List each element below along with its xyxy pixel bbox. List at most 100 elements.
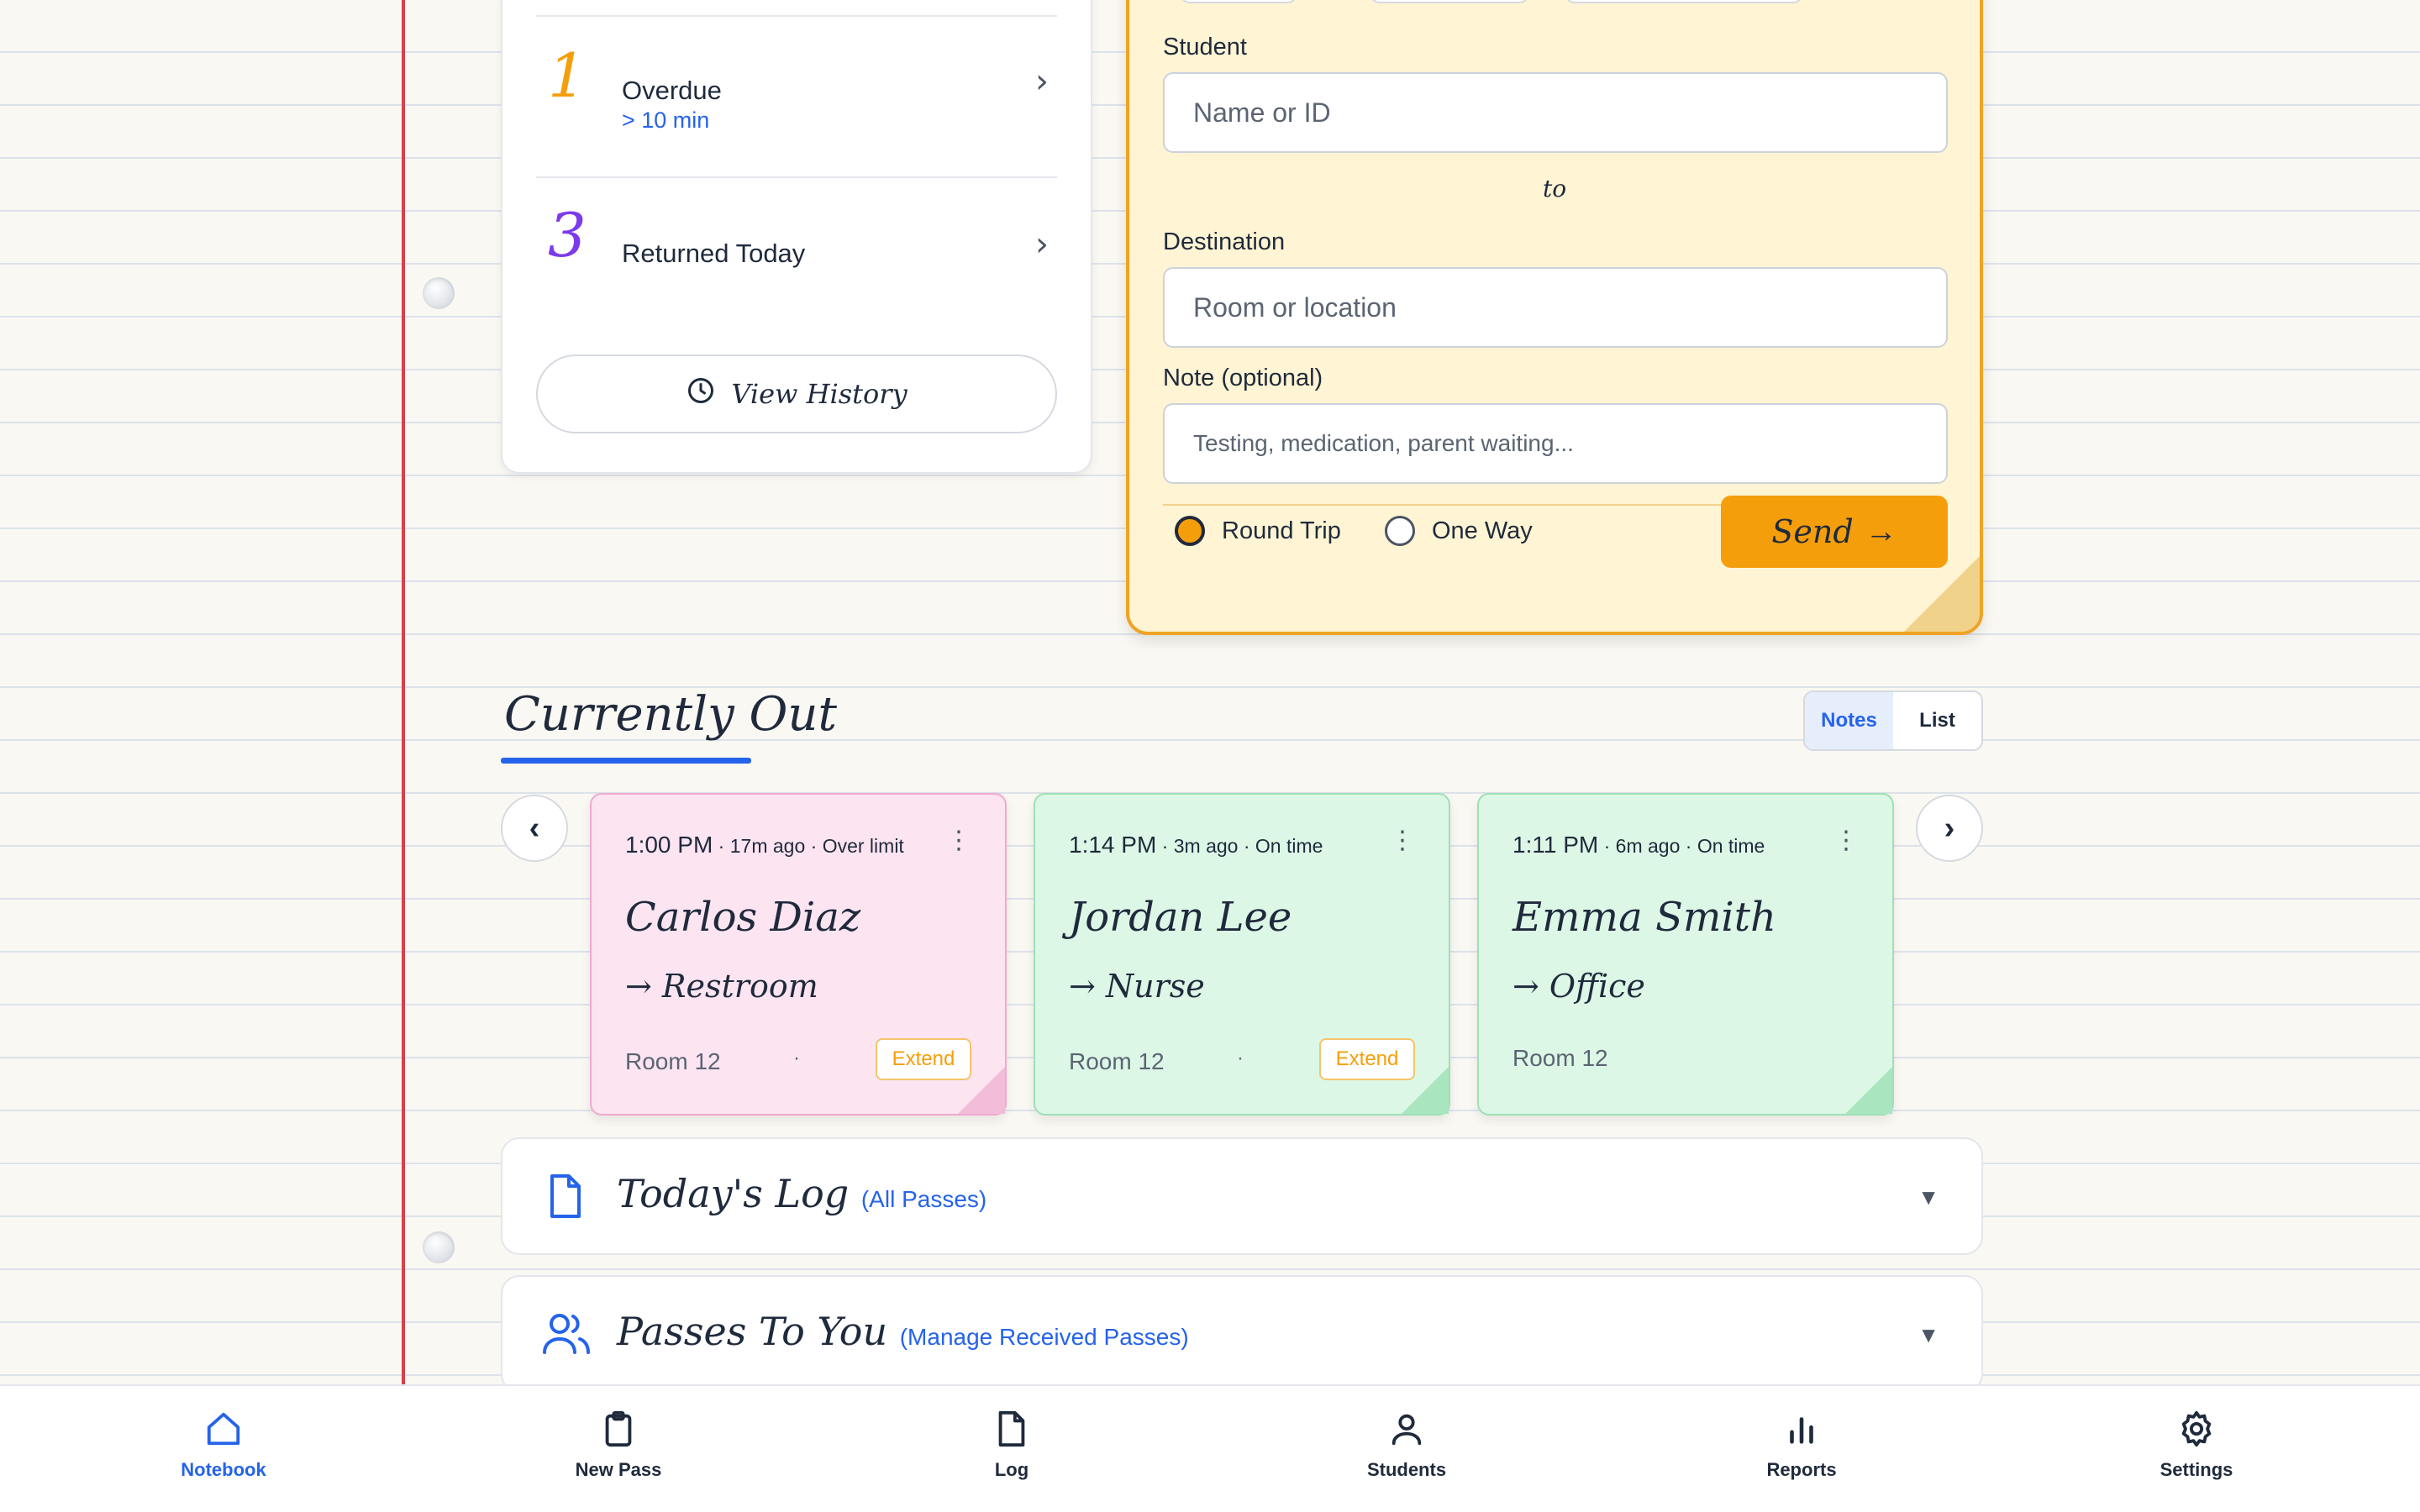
page-curl <box>1845 1067 1892 1114</box>
overdue-subtitle: > 10 min <box>622 108 710 133</box>
to-connector: to <box>1542 175 1567 202</box>
pass-summary-card: 1 Overdue > 10 min › 3 Returned Today › … <box>501 0 1092 474</box>
round-trip-label: Round Trip <box>1222 517 1341 544</box>
list-view-button[interactable]: List <box>1893 692 1981 749</box>
pass-destination-label: Restroom <box>661 968 818 1005</box>
pass-destination-label: Nurse <box>1105 968 1205 1005</box>
pass-status: On time <box>1697 835 1765 857</box>
more-options-icon[interactable]: ⋮ <box>1833 828 1859 853</box>
note-label: Note (optional) <box>1163 365 1323 391</box>
arrow-right-icon: → <box>1512 968 1549 1005</box>
notes-view-button[interactable]: Notes <box>1805 692 1893 749</box>
pass-destination-label: Office <box>1549 968 1645 1005</box>
arrow-right-icon: → <box>625 968 662 1005</box>
pass-status: Over limit <box>822 835 904 857</box>
extend-button[interactable]: Extend <box>876 1038 971 1080</box>
pass-room: Room 12 <box>625 1048 721 1074</box>
one-way-radio[interactable] <box>1385 516 1415 546</box>
arrow-right-icon: → <box>1069 968 1106 1005</box>
pass-card[interactable]: 1:11 PM · 6m ago · On time ⋮ Emma Smith … <box>1477 793 1894 1116</box>
quick-chip[interactable] <box>1180 0 1297 3</box>
nav-label: Students <box>1366 1459 1447 1480</box>
pass-meta: 1:00 PM · 17m ago · Over limit <box>625 832 904 858</box>
nav-label: Reports <box>1766 1459 1837 1480</box>
clock-icon <box>686 375 716 412</box>
pass-student-name: Emma Smith <box>1512 894 1776 941</box>
page-curl <box>958 1067 1005 1114</box>
pass-room: Room 12 <box>1512 1045 1608 1071</box>
pass-meta: 1:11 PM · 6m ago · On time <box>1512 832 1765 858</box>
binder-hole <box>423 1231 455 1263</box>
pass-time: 1:11 PM <box>1512 832 1599 858</box>
quick-chip[interactable] <box>1370 0 1529 3</box>
document-icon <box>992 1410 1031 1452</box>
nav-reports[interactable]: Reports <box>1709 1410 1894 1481</box>
todays-log-title: Today's Log (All Passes) <box>617 1171 986 1216</box>
pass-card[interactable]: 1:14 PM · 3m ago · On time ⋮ Jordan Lee … <box>1034 793 1450 1116</box>
chevron-right-icon: › <box>1944 810 1955 846</box>
arrow-right-icon: → <box>1865 513 1897 549</box>
passes-to-you-accordion[interactable]: Passes To You (Manage Received Passes) ▼ <box>501 1275 1983 1393</box>
gear-icon <box>2177 1410 2216 1452</box>
destination-input[interactable]: Room or location <box>1163 267 1948 348</box>
todays-log-accordion[interactable]: Today's Log (All Passes) ▼ <box>501 1137 1983 1255</box>
pass-destination: → Office <box>1512 968 1645 1005</box>
nav-log[interactable]: Log <box>919 1410 1104 1481</box>
pass-student-name: Carlos Diaz <box>625 894 861 941</box>
pass-room: Room 12 <box>1069 1048 1165 1074</box>
carousel-prev-button[interactable]: ‹ <box>501 795 568 862</box>
pass-status: On time <box>1255 835 1323 857</box>
bar-chart-icon <box>1782 1410 1821 1452</box>
view-history-label: View History <box>731 378 908 410</box>
carousel-next-button[interactable]: › <box>1916 795 1983 862</box>
nav-label: Notebook <box>181 1459 266 1480</box>
nav-students[interactable]: Students <box>1314 1410 1499 1481</box>
document-icon <box>544 1173 587 1224</box>
student-placeholder: Name or ID <box>1193 97 1331 128</box>
more-options-icon[interactable]: ⋮ <box>1390 828 1415 853</box>
pass-elapsed: 6m ago <box>1615 835 1681 857</box>
passes-to-you-label: Passes To You <box>617 1309 888 1354</box>
page-curl <box>1904 556 1980 632</box>
pass-destination: → Restroom <box>625 968 818 1005</box>
returned-title: Returned Today <box>622 239 806 268</box>
new-pass-form: Student Name or ID to Destination Room o… <box>1126 0 1983 635</box>
notebook-margin-line <box>402 0 405 1384</box>
binder-hole <box>423 277 455 309</box>
destination-placeholder: Room or location <box>1193 291 1397 323</box>
nav-label: Settings <box>2160 1459 2233 1480</box>
caret-down-icon: ▼ <box>1918 1322 1939 1347</box>
pass-destination: → Nurse <box>1069 968 1205 1005</box>
round-trip-radio[interactable] <box>1175 516 1205 546</box>
round-trip-option[interactable]: Round Trip <box>1175 516 1341 546</box>
overdue-row[interactable]: 1 Overdue > 10 min › <box>536 15 1057 176</box>
pass-meta: 1:14 PM · 3m ago · On time <box>1069 832 1323 858</box>
one-way-option[interactable]: One Way <box>1385 516 1533 546</box>
nav-settings[interactable]: Settings <box>2104 1410 2289 1481</box>
chevron-left-icon: ‹ <box>529 810 540 846</box>
pass-time: 1:00 PM <box>625 832 713 858</box>
destination-label: Destination <box>1163 228 1286 255</box>
nav-label: Log <box>994 1459 1029 1480</box>
view-toggle: Notes List <box>1803 690 1983 751</box>
chevron-right-icon: › <box>1035 62 1049 101</box>
pass-elapsed: 17m ago <box>729 835 806 857</box>
student-input[interactable]: Name or ID <box>1163 72 1948 153</box>
quick-chip[interactable] <box>1565 0 1803 3</box>
pass-student-name: Jordan Lee <box>1069 894 1292 941</box>
bottom-navigation: Notebook New Pass Log Students Reports S… <box>0 1384 2420 1512</box>
nav-notebook[interactable]: Notebook <box>131 1410 316 1481</box>
currently-out-title: Currently Out <box>504 687 837 742</box>
pass-time: 1:14 PM <box>1069 832 1157 858</box>
view-history-button[interactable]: View History <box>536 354 1057 433</box>
extend-button[interactable]: Extend <box>1319 1038 1415 1080</box>
todays-log-subtitle: (All Passes) <box>860 1186 987 1212</box>
passes-to-you-subtitle: (Manage Received Passes) <box>899 1324 1189 1350</box>
returned-today-row[interactable]: 3 Returned Today › <box>536 178 1057 331</box>
pass-card[interactable]: 1:00 PM · 17m ago · Over limit ⋮ Carlos … <box>590 793 1007 1116</box>
passes-to-you-title: Passes To You (Manage Received Passes) <box>617 1309 1189 1354</box>
nav-new-pass[interactable]: New Pass <box>526 1410 711 1481</box>
more-options-icon[interactable]: ⋮ <box>946 828 971 853</box>
separator-dot: · <box>793 1047 800 1069</box>
note-input[interactable]: Testing, medication, parent waiting... <box>1163 403 1948 484</box>
